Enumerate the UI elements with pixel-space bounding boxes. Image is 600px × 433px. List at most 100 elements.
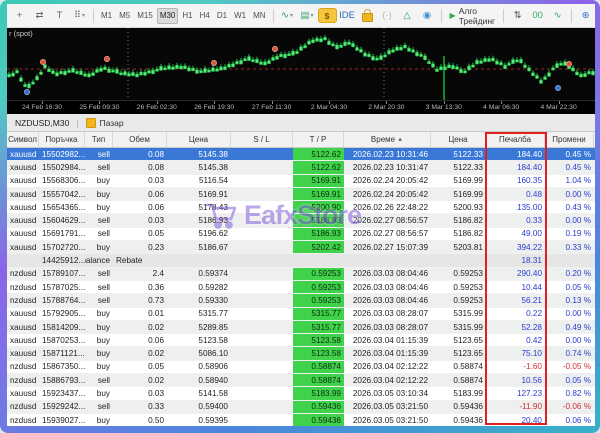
timeframe-mn[interactable]: MN (250, 8, 268, 24)
cell-type: sell (85, 148, 113, 160)
timeframe-m15[interactable]: M15 (134, 8, 156, 24)
table-row[interactable]: xauusd15923437...buy0.035141.585183.9920… (7, 387, 595, 400)
cell-symbol: nzdusd (7, 401, 39, 413)
dollar-icon[interactable]: $ (318, 8, 337, 23)
column-header-1[interactable]: Символ (7, 132, 39, 147)
cell-price: 5178.43 (167, 201, 231, 213)
cell-time: 2026.03.05 03:21:50 (344, 401, 431, 413)
cell-profit: 10.56 (486, 374, 545, 386)
cell-volume: 0.02 (113, 347, 167, 359)
column-header-6[interactable]: S / L (231, 132, 293, 147)
cell-price2: 5186.82 (431, 214, 486, 226)
cell-sl (231, 361, 293, 373)
cell-profit: 127.23 (486, 387, 545, 399)
cell-profit: -11.90 (486, 401, 545, 413)
column-header-9[interactable]: Цена (431, 132, 486, 147)
cell-volume: 0.03 (113, 175, 167, 187)
zigzag-icon[interactable]: ∿ (548, 7, 567, 24)
table-row[interactable]: xauusd15792905...buy0.015315.775315.7720… (7, 308, 595, 321)
table-row[interactable]: xauusd15654365...buy0.065178.435200.9020… (7, 201, 595, 214)
table-row[interactable]: nzdusd15867350...buy0.050.589060.5887420… (7, 361, 595, 374)
column-header-5[interactable]: Цена (167, 132, 231, 147)
table-row[interactable]: nzdusd15788764...sell0.730.593300.592532… (7, 294, 595, 307)
timeframe-h1[interactable]: H1 (179, 8, 195, 24)
table-row[interactable]: xauusd15871121...buy0.025086.105123.5820… (7, 347, 595, 360)
zoom-in-icon[interactable]: ⊕ (576, 7, 595, 24)
objects-list-icon[interactable]: ⠿▾ (70, 7, 89, 24)
template-icon[interactable]: ▤▾ (298, 7, 317, 24)
cell-symbol: xauusd (7, 175, 39, 187)
table-row[interactable]: nzdusd15939027...buy0.500.593950.5943620… (7, 414, 595, 426)
tab-market[interactable]: Пазар (86, 118, 124, 128)
cell-tp: 0.59253 (293, 268, 344, 280)
column-header-8[interactable]: Време▲ (344, 132, 431, 147)
cycle-symbols-icon[interactable]: ⇄ (30, 7, 49, 24)
algo-trading-button[interactable]: ▶Алго Трейдинг (446, 7, 500, 24)
cell-profit: 56.21 (486, 294, 545, 306)
signal-icon[interactable]: (·) (378, 7, 397, 24)
price-chart[interactable]: r (spot) (7, 28, 595, 100)
timeframe-w1[interactable]: W1 (231, 8, 249, 24)
table-row[interactable]: nzdusd15789107...sell2.40.593740.5925320… (7, 268, 595, 281)
column-header-11[interactable]: Промени (545, 132, 594, 147)
chart-type-icon[interactable]: ∿▾ (278, 7, 297, 24)
timeframe-d1[interactable]: D1 (214, 8, 230, 24)
cell-order: 15867350... (39, 361, 85, 373)
lock-icon[interactable] (358, 7, 377, 24)
table-body: xauusd15502982...sell0.085145.385122.622… (7, 148, 595, 426)
cell-tp: 0.59436 (293, 414, 344, 426)
table-row[interactable]: nzdusd15787025...sell0.360.592820.592532… (7, 281, 595, 294)
time-axis-label: 26 Feb 02:30 (137, 104, 177, 111)
table-row[interactable]: nzdusd15886793...sell0.020.589400.588742… (7, 374, 595, 387)
community-icon[interactable]: ◉ (418, 7, 437, 24)
cell-change: 0.82 % (545, 387, 594, 399)
crosshair-icon[interactable]: + (10, 7, 29, 24)
cell-change: 0.49 % (545, 321, 594, 333)
cell-change: 0.00 % (545, 334, 594, 346)
cell-change: -0.06 % (545, 401, 594, 413)
timeframe-m1[interactable]: M1 (98, 8, 115, 24)
table-row[interactable]: xauusd15568306...buy0.035116.545169.9120… (7, 175, 595, 188)
table-row[interactable]: 14425912...balanceRebate18.31 (7, 254, 595, 267)
cell-volume: 0.50 (113, 414, 167, 426)
cell-time: 2026.02.27 15:07:39 (344, 241, 431, 253)
table-row[interactable]: xauusd15691791...sell0.055196.625186.932… (7, 228, 595, 241)
pause-icon[interactable]: 00 (528, 7, 547, 24)
table-row[interactable]: xauusd15814209...buy0.025289.855315.7720… (7, 321, 595, 334)
cell-volume: 0.03 (113, 387, 167, 399)
cell-profit: 49.00 (486, 228, 545, 240)
cell-volume: 0.36 (113, 281, 167, 293)
column-header-2[interactable]: Поръчка (39, 132, 85, 147)
toolbar-separator (503, 9, 504, 23)
publish-icon[interactable]: △ (398, 7, 417, 24)
cell-sl (231, 374, 293, 386)
table-row[interactable]: xauusd15870253...buy0.065123.585123.5820… (7, 334, 595, 347)
timeframe-m5[interactable]: M5 (116, 8, 133, 24)
column-header-10[interactable]: Печалба (486, 132, 545, 147)
table-row[interactable]: xauusd15557042...buy0.065169.915169.9120… (7, 188, 595, 201)
column-header-7[interactable]: T / P (293, 132, 344, 147)
table-row[interactable]: xauusd15702720...buy0.235186.675202.4220… (7, 241, 595, 254)
column-header-4[interactable]: Обем (113, 132, 167, 147)
tab-nzdusd-m30[interactable]: NZDUSD,M30 (15, 118, 69, 128)
cell-tp: 5169.91 (293, 188, 344, 200)
column-header-3[interactable]: Тип (85, 132, 113, 147)
cell-price2: 5315.99 (431, 308, 486, 320)
cell-tp: 0.58874 (293, 361, 344, 373)
cell-order: 15502982... (39, 148, 85, 160)
time-axis-label: 3 Mar 13:30 (426, 104, 462, 111)
text-tool-icon[interactable]: T (50, 7, 69, 24)
table-row[interactable]: xauusd15604629...sell0.035186.935186.932… (7, 214, 595, 227)
ide-icon[interactable]: IDE (338, 7, 357, 24)
cell-sl (231, 321, 293, 333)
cell-time: 2026.02.26 22:48:22 (344, 201, 431, 213)
cell-volume: 0.06 (113, 201, 167, 213)
cell-price: 0.58906 (167, 361, 231, 373)
table-row[interactable]: xauusd15502982...sell0.085145.385122.622… (7, 148, 595, 161)
timeframe-h4[interactable]: H4 (197, 8, 213, 24)
timeframe-m30[interactable]: M30 (157, 8, 179, 24)
table-row[interactable]: xauusd15502984...sell0.085145.385122.622… (7, 161, 595, 174)
sort-icon[interactable]: ⇅ (508, 7, 527, 24)
cell-volume: 0.02 (113, 321, 167, 333)
table-row[interactable]: nzdusd15929242...sell0.330.594000.594362… (7, 401, 595, 414)
